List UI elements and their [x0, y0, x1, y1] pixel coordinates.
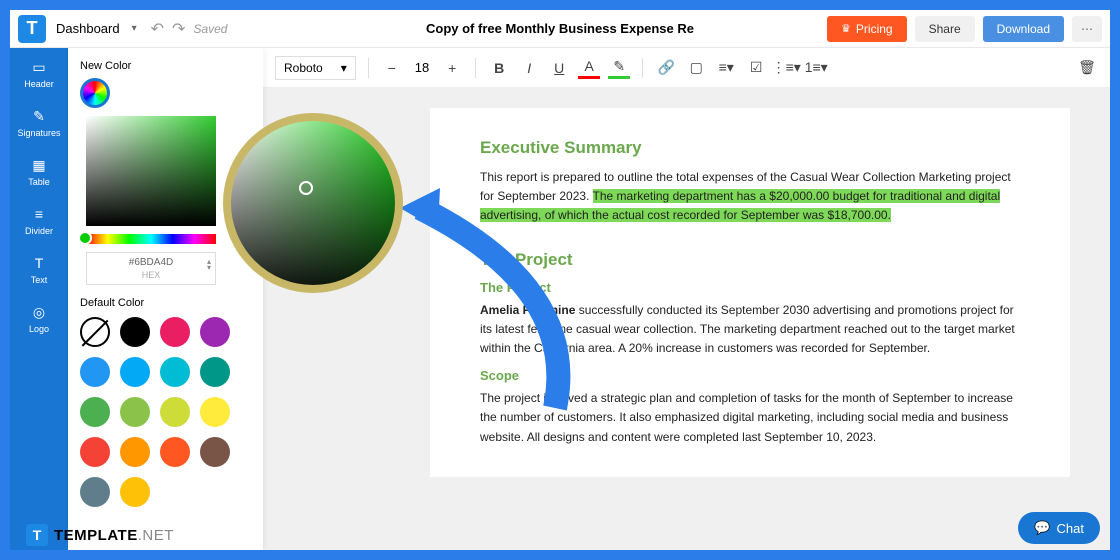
italic-button[interactable]: I [518, 57, 540, 79]
sidebar-item-logo[interactable]: ◎Logo [29, 303, 49, 334]
swatch[interactable] [160, 357, 190, 387]
swatch[interactable] [80, 477, 110, 507]
number-list-button[interactable]: 1≡▾ [805, 57, 827, 79]
picker-cursor-icon [299, 181, 313, 195]
decrease-size-button[interactable]: − [381, 57, 403, 79]
text-icon: T [30, 254, 48, 272]
increase-size-button[interactable]: + [441, 57, 463, 79]
sidebar-item-table[interactable]: ▦Table [28, 156, 50, 187]
bold-button[interactable]: B [488, 57, 510, 79]
highlight-button[interactable]: ✎ [608, 57, 630, 79]
new-color-label: New Color [80, 60, 251, 72]
undo-icon[interactable]: ↶ [151, 19, 164, 39]
swatch-none[interactable] [80, 317, 110, 347]
swatch[interactable] [200, 357, 230, 387]
download-button[interactable]: Download [983, 16, 1064, 42]
sidebar-item-header[interactable]: ▭Header [24, 58, 54, 89]
sidebar-item-signatures[interactable]: ✎Signatures [17, 107, 60, 138]
signature-icon: ✎ [30, 107, 48, 125]
text-color-button[interactable]: A [578, 57, 600, 79]
default-color-label: Default Color [80, 297, 251, 309]
checklist-button[interactable]: ☑ [745, 57, 767, 79]
document-title[interactable]: Copy of free Monthly Business Expense Re [426, 21, 694, 36]
swatch[interactable] [120, 317, 150, 347]
brand-logo-icon: T [26, 524, 48, 546]
swatch[interactable] [160, 397, 190, 427]
share-button[interactable]: Share [915, 16, 975, 42]
swatch[interactable] [160, 437, 190, 467]
heading-executive-summary[interactable]: Executive Summary [480, 138, 1020, 158]
swatch[interactable] [120, 437, 150, 467]
sidebar-item-divider[interactable]: ≡Divider [25, 205, 53, 236]
align-button[interactable]: ≡▾ [715, 57, 737, 79]
chat-button[interactable]: 💬Chat [1018, 512, 1100, 544]
chat-icon: 💬 [1034, 520, 1050, 536]
underline-button[interactable]: U [548, 57, 570, 79]
color-wheel-icon[interactable] [80, 78, 110, 108]
top-bar: T Dashboard ▾ ↶ ↷ Saved Copy of free Mon… [10, 10, 1110, 48]
bullet-list-button[interactable]: ⋮≡▾ [775, 57, 797, 79]
magnifier-callout [223, 113, 403, 293]
swatch[interactable] [80, 437, 110, 467]
logo-icon: ◎ [30, 303, 48, 321]
dashboard-link[interactable]: Dashboard [56, 21, 120, 36]
chevron-down-icon: ▾ [341, 61, 347, 75]
hex-input[interactable]: #6BDA4D HEX ▴▾ [86, 252, 216, 285]
link-button[interactable]: 🔗 [655, 57, 677, 79]
swatch[interactable] [120, 477, 150, 507]
swatch[interactable] [200, 437, 230, 467]
stepper-icon[interactable]: ▴▾ [207, 259, 211, 271]
chevron-down-icon[interactable]: ▾ [132, 23, 137, 34]
image-button[interactable]: ▢ [685, 57, 707, 79]
arrow-annotation [400, 188, 580, 418]
sidebar-item-text[interactable]: TText [30, 254, 48, 285]
swatch[interactable] [80, 397, 110, 427]
swatch[interactable] [80, 357, 110, 387]
more-button[interactable]: ⋯ [1072, 16, 1102, 42]
color-swatches [80, 317, 251, 507]
swatch[interactable] [160, 317, 190, 347]
brand-watermark: T TEMPLATE.NET [26, 524, 174, 546]
app-logo[interactable]: T [18, 15, 46, 43]
table-icon: ▦ [30, 156, 48, 174]
delete-button[interactable]: 🗑 [1076, 57, 1098, 79]
pricing-button[interactable]: ♛Pricing [827, 16, 907, 42]
divider-icon: ≡ [30, 205, 48, 223]
crown-icon: ♛ [841, 22, 851, 35]
font-size-input[interactable]: 18 [411, 60, 433, 75]
swatch[interactable] [120, 397, 150, 427]
saved-status: Saved [193, 22, 227, 36]
swatch[interactable] [200, 317, 230, 347]
hue-slider[interactable] [86, 234, 216, 244]
saturation-gradient[interactable] [86, 116, 216, 226]
hue-handle[interactable] [78, 231, 92, 245]
header-icon: ▭ [30, 58, 48, 76]
format-toolbar: Roboto▾ − 18 + B I U A ✎ 🔗 ▢ ≡▾ ☑ ⋮≡ [263, 48, 1110, 88]
left-sidebar: ▭Header ✎Signatures ▦Table ≡Divider TTex… [10, 48, 68, 550]
font-select[interactable]: Roboto▾ [275, 56, 356, 80]
swatch[interactable] [200, 397, 230, 427]
swatch[interactable] [120, 357, 150, 387]
color-picker-panel: New Color #6BDA4D HEX ▴▾ Default Color [68, 48, 263, 550]
redo-icon[interactable]: ↷ [172, 19, 185, 39]
